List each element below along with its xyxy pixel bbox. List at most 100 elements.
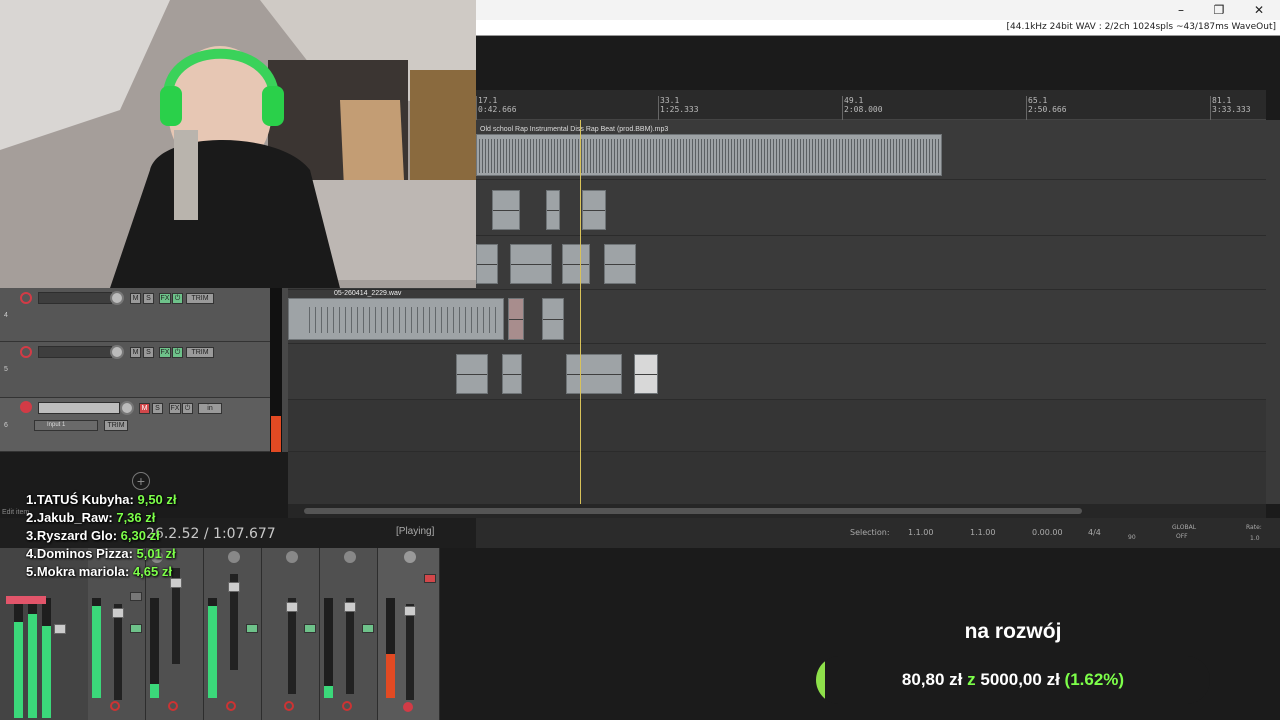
waveform: [309, 307, 497, 333]
track-name-field[interactable]: [38, 292, 112, 304]
media-item[interactable]: [546, 190, 560, 230]
pan-knob[interactable]: [404, 551, 416, 563]
fx-button[interactable]: FX: [159, 293, 171, 304]
media-item[interactable]: [604, 244, 636, 284]
media-item[interactable]: [502, 354, 522, 394]
timeline-ruler[interactable]: 17.1 0:42.666 33.1 1:25.333 49.1 2:08.00…: [476, 90, 1266, 120]
fx-bypass-button[interactable]: ⏻: [172, 293, 183, 304]
media-item[interactable]: [566, 354, 622, 394]
track-6[interactable]: M S FX ⏻ in Input 1 TRIM 6: [0, 398, 270, 452]
record-arm-button[interactable]: [20, 401, 32, 413]
close-button[interactable]: ✕: [1250, 2, 1268, 18]
media-item[interactable]: [456, 354, 488, 394]
mute-button[interactable]: M: [139, 403, 150, 414]
track-lane-6[interactable]: [288, 400, 1266, 452]
tcp-meters: [270, 288, 282, 452]
selection-start[interactable]: 1.1.00: [908, 528, 933, 537]
mixer-strip[interactable]: [320, 548, 378, 720]
mute-button[interactable]: [130, 592, 142, 601]
selection-end[interactable]: 1.1.00: [970, 528, 995, 537]
mute-button[interactable]: M: [130, 293, 141, 304]
solo-button[interactable]: S: [143, 293, 154, 304]
mute-button[interactable]: [424, 574, 436, 583]
mixer-strip[interactable]: [204, 548, 262, 720]
fx-button[interactable]: [304, 624, 316, 633]
record-arm-icon[interactable]: [110, 701, 120, 711]
selection-length[interactable]: 0.00.00: [1032, 528, 1063, 537]
minimize-button[interactable]: –: [1172, 2, 1190, 18]
media-item[interactable]: [492, 190, 520, 230]
mute-button[interactable]: M: [130, 347, 141, 358]
restore-button[interactable]: ❐: [1210, 2, 1228, 18]
volume-knob[interactable]: [110, 291, 124, 305]
trim-button[interactable]: TRIM: [186, 293, 214, 304]
pan-knob[interactable]: [228, 551, 240, 563]
input-select[interactable]: Input 1: [34, 420, 98, 431]
input-monitor-button[interactable]: in: [198, 403, 222, 414]
record-arm-icon[interactable]: [226, 701, 236, 711]
add-track-icon[interactable]: +: [132, 472, 150, 490]
record-arm-button[interactable]: [20, 292, 32, 304]
audio-device-info[interactable]: [44.1kHz 24bit WAV : 2/2ch 1024spls ~43/…: [1007, 22, 1276, 32]
volume-knob[interactable]: [120, 401, 134, 415]
track-4[interactable]: M S FX ⏻ TRIM 4: [0, 288, 270, 342]
master-fader[interactable]: [54, 624, 66, 634]
ruler-bar-label: 81.1: [1212, 96, 1232, 105]
media-item[interactable]: [562, 244, 590, 284]
fx-button[interactable]: [362, 624, 374, 633]
record-arm-icon[interactable]: [284, 701, 294, 711]
fader[interactable]: [228, 582, 240, 592]
fx-bypass-button[interactable]: ⏻: [172, 347, 183, 358]
fader[interactable]: [344, 602, 356, 612]
media-item-vocal[interactable]: [288, 298, 504, 340]
fader-track[interactable]: [346, 598, 354, 694]
track-lane-5[interactable]: [288, 344, 1266, 400]
fader-track[interactable]: [288, 598, 296, 694]
global-state[interactable]: OFF: [1176, 533, 1188, 540]
media-item[interactable]: [476, 244, 498, 284]
item-name-vocal: 05-260414_2229.wav: [334, 290, 402, 297]
trim-button[interactable]: TRIM: [104, 420, 128, 431]
time-signature[interactable]: 4/4: [1088, 528, 1101, 537]
media-item[interactable]: [510, 244, 552, 284]
mixer-strip[interactable]: [262, 548, 320, 720]
fader[interactable]: [112, 608, 124, 618]
record-arm-icon[interactable]: [403, 702, 413, 712]
playhead[interactable]: [580, 120, 581, 504]
fx-bypass-button[interactable]: ⏻: [182, 403, 193, 414]
mixer-strip-armed[interactable]: [378, 548, 440, 720]
track-5[interactable]: M S FX ⏻ TRIM 5: [0, 342, 270, 398]
track-name-field[interactable]: [38, 346, 112, 358]
goal-title: na rozwój: [964, 620, 1062, 643]
record-arm-button[interactable]: [20, 346, 32, 358]
trim-button[interactable]: TRIM: [186, 347, 214, 358]
track-name-field[interactable]: [38, 402, 120, 414]
media-item[interactable]: [542, 298, 564, 340]
scroll-thumb[interactable]: [304, 508, 1082, 514]
record-arm-icon[interactable]: [168, 701, 178, 711]
fader[interactable]: [170, 578, 182, 588]
media-item[interactable]: [582, 190, 606, 230]
solo-button[interactable]: S: [152, 403, 163, 414]
fader[interactable]: [404, 606, 416, 616]
fader[interactable]: [286, 602, 298, 612]
fx-button[interactable]: FX: [159, 347, 171, 358]
pan-knob[interactable]: [344, 551, 356, 563]
goal-target: 5000,00 zł: [980, 670, 1060, 689]
volume-knob[interactable]: [110, 345, 124, 359]
fx-button[interactable]: [130, 624, 142, 633]
horizontal-scrollbar[interactable]: [288, 504, 1266, 518]
vertical-scrollbar[interactable]: [1266, 120, 1280, 504]
media-item-beat[interactable]: [476, 134, 942, 176]
solo-button[interactable]: S: [143, 347, 154, 358]
fader-track[interactable]: [114, 604, 122, 700]
rate-value[interactable]: 1.0: [1250, 535, 1260, 542]
media-item[interactable]: [634, 354, 658, 394]
fx-button[interactable]: [246, 624, 258, 633]
media-item-selected[interactable]: [508, 298, 524, 340]
bpm-field[interactable]: 90: [1128, 534, 1136, 541]
pan-knob[interactable]: [286, 551, 298, 563]
record-arm-icon[interactable]: [342, 701, 352, 711]
fx-button[interactable]: FX: [169, 403, 181, 414]
fader-track[interactable]: [406, 604, 414, 700]
